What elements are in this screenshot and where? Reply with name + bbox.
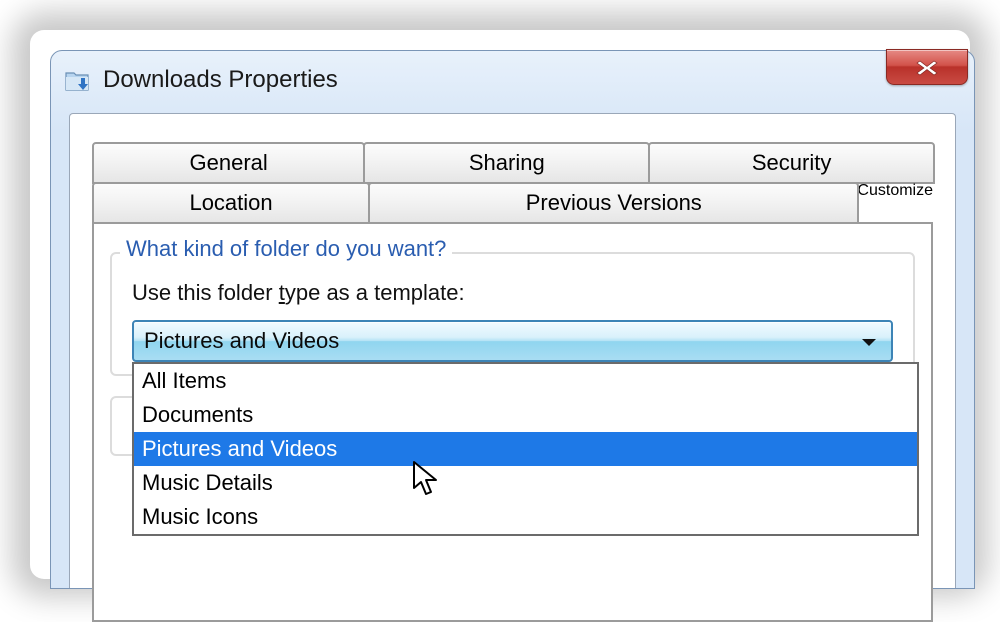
window-titlebar: Downloads Properties — [51, 51, 974, 109]
template-option-music-icons[interactable]: Music Icons — [134, 500, 917, 534]
template-option-pictures-and-videos[interactable]: Pictures and Videos — [134, 432, 917, 466]
template-dropdown-value: Pictures and Videos — [144, 328, 339, 354]
template-option-documents[interactable]: Documents — [134, 398, 917, 432]
template-label: Use this folder type as a template: — [132, 280, 893, 306]
tab-sharing[interactable]: Sharing — [363, 142, 650, 184]
tab-previous-versions[interactable]: Previous Versions — [368, 182, 859, 224]
close-button[interactable] — [886, 49, 968, 85]
folder-type-group: What kind of folder do you want? Use thi… — [110, 252, 915, 376]
properties-dialog: Downloads Properties General Sharing Sec… — [50, 50, 975, 589]
close-icon — [911, 58, 943, 76]
dialog-client-area: General Sharing Security Location Previo… — [69, 113, 956, 588]
template-dropdown-list: All Items Documents Pictures and Videos … — [132, 362, 919, 536]
window-title: Downloads Properties — [103, 66, 338, 94]
template-dropdown[interactable]: Pictures and Videos — [132, 320, 893, 362]
template-option-all-items[interactable]: All Items — [134, 364, 917, 398]
folder-downloads-icon — [63, 66, 91, 94]
tab-customize[interactable]: Customize — [857, 182, 933, 224]
tab-panel-customize: What kind of folder do you want? Use thi… — [92, 222, 933, 622]
tab-security[interactable]: Security — [648, 142, 935, 184]
chevron-down-icon — [861, 328, 877, 354]
group-legend: What kind of folder do you want? — [120, 236, 452, 262]
tab-general[interactable]: General — [92, 142, 365, 184]
template-option-music-details[interactable]: Music Details — [134, 466, 917, 500]
tab-strip: General Sharing Security Location Previo… — [92, 142, 933, 224]
tab-location[interactable]: Location — [92, 182, 370, 224]
